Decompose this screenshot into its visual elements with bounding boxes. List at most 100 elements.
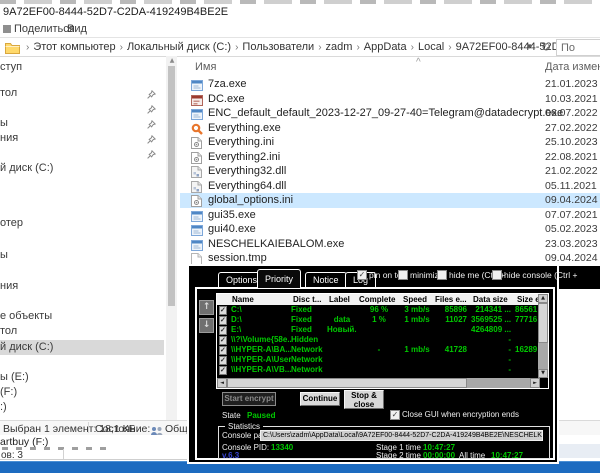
file-name: 7za.exe	[208, 78, 247, 90]
drive-cell: C:\	[231, 305, 242, 314]
column-header-name[interactable]: Имя	[195, 61, 216, 73]
sidebar-scrollbar-thumb[interactable]	[168, 66, 175, 306]
stop-close-button[interactable]: Stop & close	[344, 390, 384, 409]
sidebar-item[interactable]: е объекты	[0, 309, 164, 324]
table-vscroll-thumb[interactable]	[538, 303, 548, 343]
drive-checkbox[interactable]: ✓	[217, 365, 230, 375]
scroll-up-icon[interactable]: ▲	[167, 57, 177, 64]
sidebar-item-label: ы	[0, 249, 8, 261]
start-encrypt-button[interactable]: Start encrypt	[222, 392, 276, 406]
breadcrumb-item[interactable]: Локальный диск (C:)	[127, 41, 231, 53]
drive-row[interactable]: ✓ E:\ Fixed Новый... 4264809 ...	[217, 325, 538, 335]
sidebar-item[interactable]: ы (E:)	[0, 370, 164, 385]
tab-notice[interactable]: Notice	[305, 272, 347, 288]
drive-row[interactable]: ✓ C:\ Fixed 96 % 3 mb/s 85896 214341 ... 86561	[217, 305, 538, 315]
scroll-right-icon[interactable]: ►	[530, 378, 540, 388]
scroll-left-icon[interactable]: ◄	[217, 378, 227, 388]
drive-checkbox[interactable]: ✓	[217, 325, 230, 335]
file-row[interactable]: gui35.exe 07.07.2021 11:3	[180, 208, 600, 223]
drives-column-header[interactable]: Data size	[471, 294, 515, 305]
sidebar-item[interactable]: ния	[0, 131, 164, 146]
sidebar-item-label: ния	[0, 132, 19, 144]
breadcrumb-item[interactable]: Пользователи	[242, 41, 314, 53]
drive-row[interactable]: ✓ \\HYPER-A\Users Network -	[217, 355, 538, 365]
drives-column-header[interactable]: Disc t...	[291, 294, 327, 305]
breadcrumb: › Этот компьютер › Локальный диск (C:) › Поль…	[22, 41, 600, 53]
drives-column-header[interactable]: Complete	[357, 294, 401, 305]
drive-checkbox[interactable]: ✓	[217, 315, 230, 325]
drives-column-header[interactable]: Label	[327, 294, 357, 305]
file-row[interactable]: Everything.ini 25.10.2023 16:3	[180, 135, 600, 150]
drives-column-header[interactable]: Speed	[401, 294, 433, 305]
drives-column-header[interactable]	[217, 294, 230, 305]
chevron-down-icon[interactable]: ▾	[527, 42, 532, 52]
drive-cell: Fixed	[291, 305, 312, 314]
sidebar-item[interactable]: й диск (C:)	[0, 161, 164, 176]
table-hscroll-thumb[interactable]	[227, 378, 467, 388]
address-bar[interactable]: › Этот компьютер › Локальный диск (C:) › Поль…	[0, 38, 600, 57]
menu-item-поделиться[interactable]: Поделиться	[14, 23, 75, 35]
drives-column-header[interactable]: Files e...	[433, 294, 471, 305]
sidebar-item[interactable]: ния	[0, 279, 164, 294]
sidebar-item[interactable]: тол	[0, 324, 164, 339]
file-row[interactable]: global_options.ini 09.04.2024 0:57	[180, 193, 600, 208]
sidebar-item[interactable]: ступ	[0, 60, 164, 75]
continue-button[interactable]: Continue	[300, 392, 340, 406]
column-header-date[interactable]: Дата изменен	[545, 61, 600, 73]
file-row[interactable]: Everything64.dll 05.11.2021 7:02	[180, 179, 600, 194]
checkbox-check-icon: ✓	[219, 346, 227, 355]
drive-checkbox[interactable]: ✓	[217, 335, 230, 345]
menu-item-вид[interactable]: Вид	[67, 23, 87, 35]
sidebar-item-label: й диск (C:)	[0, 162, 54, 174]
drive-checkbox[interactable]: ✓	[217, 305, 230, 315]
console-path-field[interactable]: C:\Users\zadm\AppData\Local\9A72EF00-844…	[260, 430, 543, 441]
scroll-down-icon[interactable]: ▼	[538, 369, 548, 378]
tab-priority[interactable]: Priority	[257, 269, 302, 288]
table-vertical-scrollbar[interactable]: ▲ ▼	[538, 294, 548, 378]
drive-checkbox[interactable]: ✓	[217, 345, 230, 355]
drive-checkbox[interactable]: ✓	[217, 355, 230, 365]
breadcrumb-item[interactable]: Этот компьютер	[33, 41, 115, 53]
file-row[interactable]: Everything2.ini 22.08.2021 22:5	[180, 150, 600, 165]
file-name: NESCHELKAIEBALOM.exe	[208, 237, 345, 250]
drives-column-header[interactable]: Name	[230, 294, 291, 305]
file-row[interactable]: 7za.exe 21.01.2023 0:39	[180, 77, 600, 92]
scroll-up-icon[interactable]: ▲	[538, 294, 548, 303]
move-up-button[interactable]: ↑	[199, 300, 214, 315]
table-horizontal-scrollbar[interactable]: ◄ ►	[217, 378, 540, 388]
drive-row[interactable]: ✓ \\?\Volume{58e... Hidden -	[217, 335, 538, 345]
drive-row[interactable]: ✓ \\HYPER-A\BA... Network -1 mb/s 41728-1628…	[217, 345, 538, 355]
drive-cell	[433, 365, 471, 375]
move-down-button[interactable]: ↓	[199, 318, 214, 333]
file-row[interactable]: Everything.exe 27.02.2022 17:4	[180, 121, 600, 136]
sidebar-item[interactable]: тол	[0, 86, 164, 101]
breadcrumb-item[interactable]: AppData	[364, 41, 407, 53]
sidebar-item[interactable]: (F:)	[0, 385, 164, 400]
ribbon-menu: Поделиться Вид	[0, 19, 600, 38]
file-row[interactable]: NESCHELKAIEBALOM.exe 23.03.2023 22:2	[180, 237, 600, 252]
drive-row[interactable]: ✓ D:\ Fixed data 1 % 1 mb/s 11027 3569525 ... 77…	[217, 315, 538, 325]
breadcrumb-item[interactable]: zadm	[326, 41, 353, 53]
refresh-icon[interactable]: ↻	[541, 40, 551, 54]
breadcrumb-item[interactable]: Local	[418, 41, 444, 53]
drive-row[interactable]: ✓ \\HYPER-A\VB... Network -	[217, 365, 538, 375]
file-row[interactable]: gui40.exe 05.02.2023 19:2	[180, 222, 600, 237]
search-orange-icon	[191, 123, 204, 135]
ini-icon	[191, 137, 204, 149]
file-row[interactable]: ENC_default_default_2023-12-27_09-27-40=…	[180, 106, 600, 121]
sidebar-item[interactable]: ы	[0, 248, 164, 263]
file-row[interactable]: Everything32.dll 21.02.2022 0:21	[180, 164, 600, 179]
file-row[interactable]: DC.exe 10.03.2021 6:40	[180, 92, 600, 107]
sidebar-item[interactable]: :)	[0, 400, 164, 415]
sidebar-item[interactable]: ы	[0, 116, 164, 131]
window-title: 9A72EF00-8444-52D7-C2DA-419249B4BE2E	[3, 6, 229, 18]
sidebar-item[interactable]	[0, 146, 164, 161]
sidebar-item[interactable]	[0, 101, 164, 116]
search-input[interactable]: По	[556, 39, 600, 56]
drive-cell	[433, 355, 471, 365]
checkbox-check-icon: ✓	[219, 326, 227, 335]
file-date: 27.02.2022 17:4	[545, 121, 600, 134]
sidebar-item[interactable]: отер	[0, 216, 164, 231]
sidebar-item[interactable]: й диск (C:)	[0, 340, 164, 355]
drives-column-header[interactable]: Size e	[515, 294, 538, 305]
